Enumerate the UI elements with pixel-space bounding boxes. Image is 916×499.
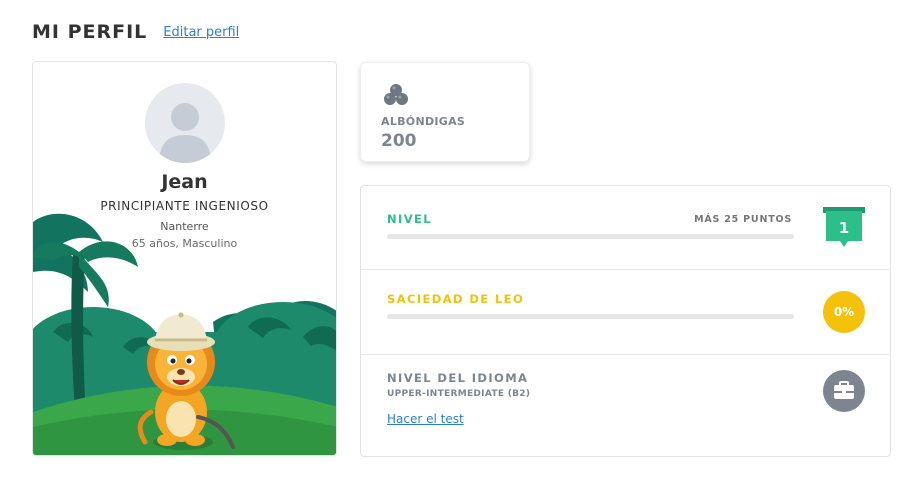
- level-title: NIVEL: [387, 212, 432, 226]
- meatballs-icon: [384, 84, 408, 105]
- satiety-value: 0%: [833, 305, 855, 319]
- meatballs-card: ALBÓNDIGAS 200: [360, 62, 530, 162]
- edit-profile-link[interactable]: Editar perfil: [163, 25, 239, 40]
- profile-city: Nanterre: [160, 220, 209, 233]
- page-header: MI PERFIL Editar perfil: [32, 20, 239, 44]
- stats-card: NIVEL MÁS 25 PUNTOS 1 SACIEDAD DE LEO 0%…: [360, 185, 891, 457]
- profile-name: Jean: [161, 171, 208, 193]
- satiety-title: SACIEDAD DE LEO: [387, 292, 525, 306]
- user-silhouette-icon: [159, 103, 211, 163]
- satiety-progress-bar: [387, 314, 794, 319]
- language-level: UPPER-INTERMEDIATE (B2): [387, 389, 531, 399]
- level-progress-bar: [387, 234, 794, 239]
- avatar[interactable]: [145, 83, 225, 163]
- level-row: NIVEL MÁS 25 PUNTOS 1: [361, 186, 890, 270]
- take-test-link[interactable]: Hacer el test: [387, 412, 464, 426]
- profile-card: Jean PRINCIPIANTE INGENIOSO Nanterre 65 …: [32, 61, 337, 456]
- meatballs-label: ALBÓNDIGAS: [381, 115, 466, 128]
- profile-details: 65 años, Masculino: [131, 237, 238, 250]
- satiety-badge: 0%: [823, 291, 865, 333]
- briefcase-icon: [834, 381, 854, 399]
- page-title: MI PERFIL: [32, 21, 148, 43]
- level-points-note: MÁS 25 PUNTOS: [694, 214, 792, 225]
- language-title: NIVEL DEL IDIOMA: [387, 371, 529, 385]
- meatballs-value: 200: [381, 131, 417, 151]
- language-row: NIVEL DEL IDIOMA UPPER-INTERMEDIATE (B2)…: [361, 355, 890, 457]
- satiety-row: SACIEDAD DE LEO 0%: [361, 270, 890, 355]
- language-badge: [823, 370, 865, 412]
- level-value: 1: [838, 219, 850, 237]
- profile-rank: PRINCIPIANTE INGENIOSO: [100, 199, 269, 213]
